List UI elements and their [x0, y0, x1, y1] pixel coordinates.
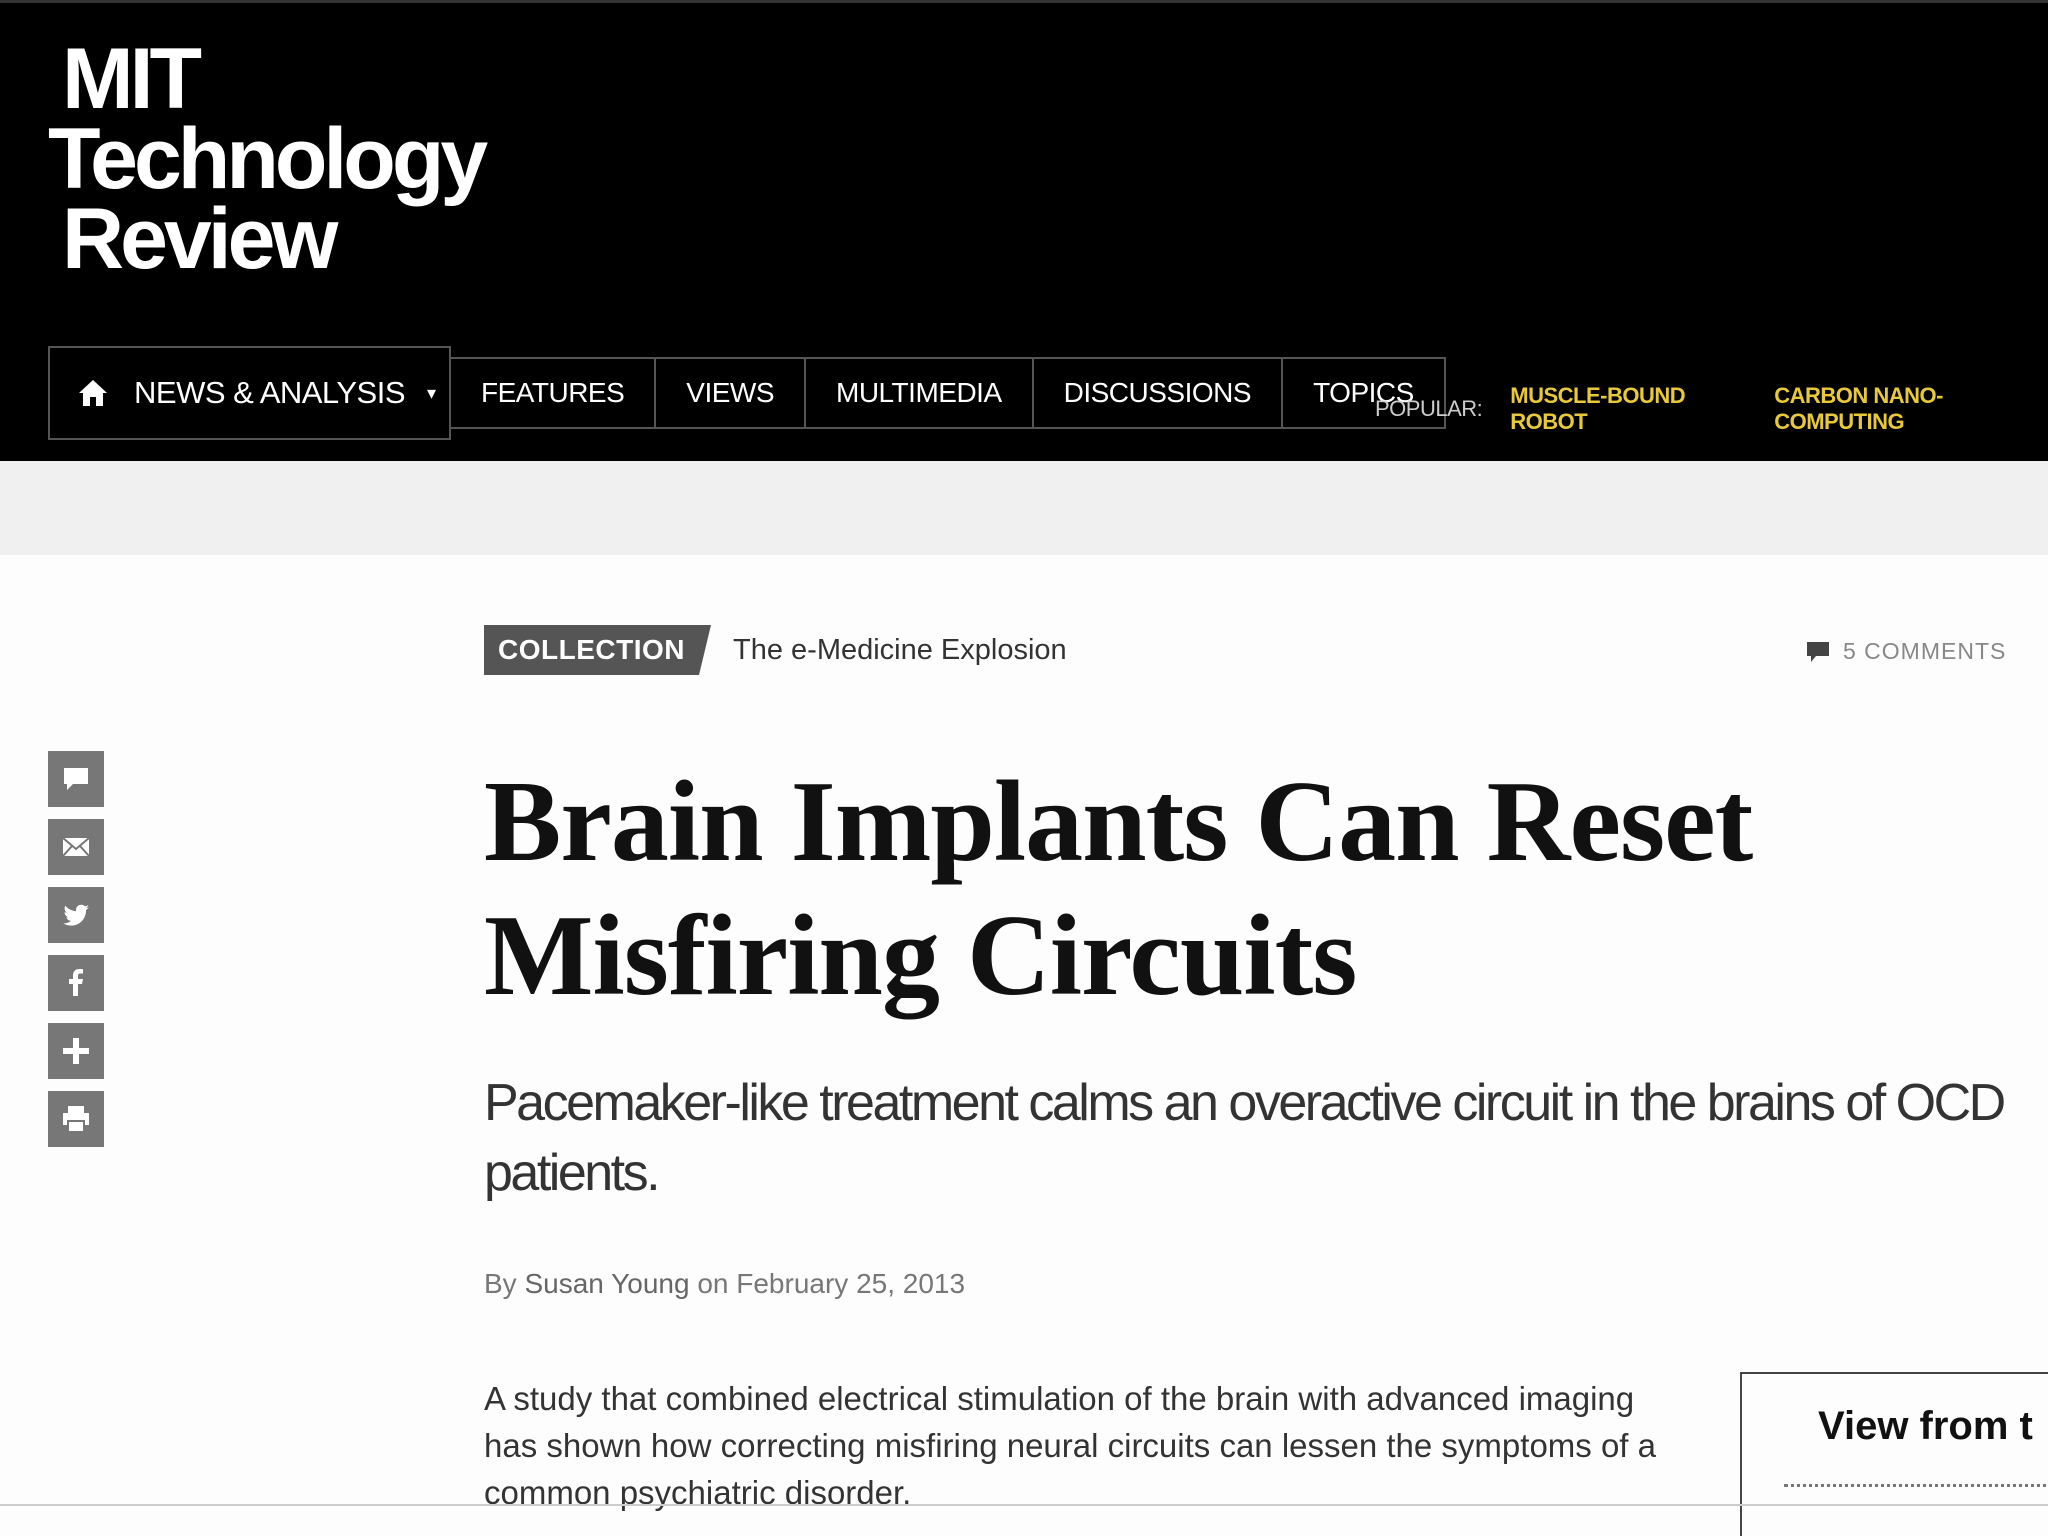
facebook-icon[interactable] [48, 955, 104, 1011]
body-line-3: common psychiatric disorder. [484, 1474, 912, 1511]
comments-count: 5 COMMENTS [1843, 638, 2007, 664]
print-icon[interactable] [48, 1091, 104, 1147]
popular-link-nano[interactable]: CARBON NANO-COMPUTING [1774, 383, 2048, 435]
nav-news-analysis[interactable]: NEWS & ANALYSIS ▾ [48, 346, 451, 440]
email-icon[interactable] [48, 819, 104, 875]
comment-icon[interactable] [48, 751, 104, 807]
logo-line-1: MIT [62, 31, 202, 127]
nav-item-features[interactable]: FEATURES [451, 359, 657, 427]
article-dek: Pacemaker-like treatment calms an overac… [484, 1074, 2006, 1202]
sidebox-divider [1784, 1484, 2048, 1487]
nav-item-multimedia[interactable]: MULTIMEDIA [806, 359, 1034, 427]
publish-date: February 25, 2013 [736, 1268, 966, 1299]
site-logo[interactable]: MIT Technology Review [48, 31, 488, 287]
comments-link[interactable]: 5 COMMENTS [1805, 638, 2006, 665]
sidebox-heading: View from t [1818, 1404, 2033, 1448]
article-title-line-1: Brain Implants Can Reset [484, 758, 1753, 886]
article-title: Brain Implants Can Reset Misfiring Circu… [484, 755, 1984, 1023]
logo-line-3: Review [62, 191, 338, 287]
article-title-line-2: Misfiring Circuits [484, 892, 1357, 1020]
main-nav: NEWS & ANALYSIS ▾ FEATURES VIEWS MULTIME… [48, 346, 1446, 440]
nav-items: FEATURES VIEWS MULTIMEDIA DISCUSSIONS TO… [451, 357, 1446, 429]
body-line-2: has shown how correcting misfiring neura… [484, 1427, 1656, 1464]
byline: By Susan Young on February 25, 2013 [484, 1268, 965, 1300]
popular-links: POPULAR: MUSCLE-BOUND ROBOT CARBON NANO-… [1375, 383, 2048, 435]
popular-label: POPULAR: [1375, 396, 1483, 421]
sub-header-bar [0, 461, 2048, 555]
site-header: MIT Technology Review NEWS & ANALYSIS ▾ … [0, 0, 2048, 461]
body-line-1: A study that combined electrical stimula… [484, 1380, 1635, 1417]
plus-icon[interactable] [48, 1023, 104, 1079]
logo-line-2: Technology [48, 111, 488, 207]
viewport-bottom-divider [0, 1504, 2048, 1506]
collection-breadcrumb: COLLECTION The e-Medicine Explosion [484, 625, 1067, 675]
home-icon [76, 376, 110, 410]
byline-on: on [697, 1268, 729, 1299]
nav-item-views[interactable]: VIEWS [656, 359, 807, 427]
chevron-down-icon: ▾ [427, 382, 436, 403]
nav-news-analysis-label: NEWS & ANALYSIS [134, 375, 406, 410]
collection-tag[interactable]: COLLECTION [484, 625, 711, 675]
collection-link[interactable]: The e-Medicine Explosion [733, 634, 1067, 667]
article-body: A study that combined electrical stimula… [484, 1375, 1714, 1516]
comment-bubble-icon [1807, 641, 1829, 662]
author-link[interactable]: Susan Young [524, 1268, 689, 1299]
twitter-icon[interactable] [48, 887, 104, 943]
byline-prefix: By [484, 1268, 517, 1299]
nav-item-discussions[interactable]: DISCUSSIONS [1034, 359, 1284, 427]
popular-link-robot[interactable]: MUSCLE-BOUND ROBOT [1510, 383, 1746, 435]
share-rail [48, 751, 104, 1159]
view-from-sidebox: View from t [1740, 1372, 2048, 1536]
